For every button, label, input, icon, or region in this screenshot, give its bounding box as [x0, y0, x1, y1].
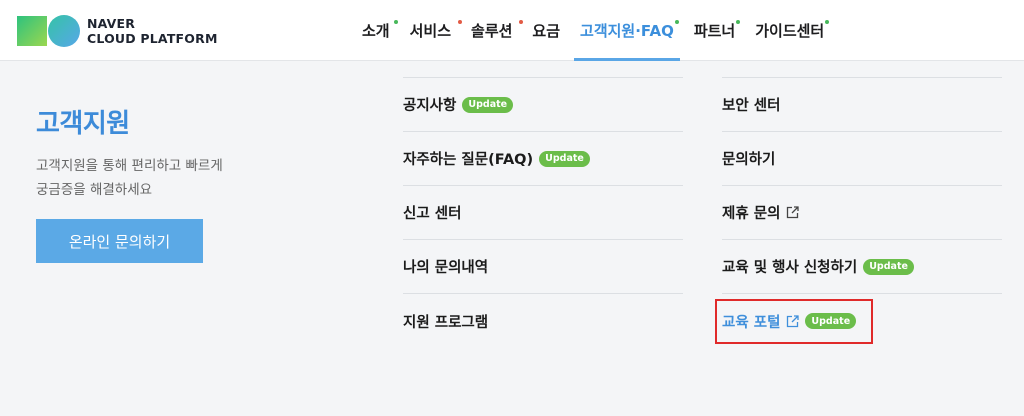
link-label: 지원 프로그램	[403, 314, 489, 331]
page-title: 고객지원	[36, 109, 130, 139]
naver-cloud-logo[interactable]: NAVER CLOUD PLATFORM	[17, 14, 227, 48]
external-link-icon	[787, 206, 800, 219]
nav-dot-icon	[394, 20, 398, 24]
nav-item-partners[interactable]: 파트너	[684, 0, 745, 61]
nav-label: 소개	[362, 22, 390, 40]
description-line-2: 궁금증을 해결하세요	[36, 182, 153, 198]
link-security-center[interactable]: 보안 센터	[722, 78, 1002, 132]
nav-label: 요금	[532, 22, 561, 40]
logo-line-2: CLOUD PLATFORM	[87, 31, 218, 46]
support-intro: 고객지원 고객지원을 통해 편리하고 빠르게 궁금증을 해결하세요	[36, 103, 336, 202]
nav-label: 고객지원·FAQ	[580, 22, 674, 40]
external-link-icon	[787, 314, 800, 327]
logo-line-1: NAVER	[87, 16, 136, 31]
link-label: 자주하는 질문(FAQ)	[403, 152, 534, 168]
link-label: 보안 센터	[722, 98, 781, 114]
page-description: 고객지원을 통해 편리하고 빠르게 궁금증을 해결하세요	[36, 154, 336, 202]
update-badge: Update	[863, 258, 914, 275]
logo-mark-icon	[17, 14, 81, 48]
link-support-program[interactable]: 지원 프로그램	[403, 294, 683, 348]
link-label: 신고 센터	[403, 206, 462, 222]
main-nav: 소개 서비스 솔루션 요금 고객지원·FAQ 파트너 가이드센터	[352, 0, 834, 61]
nav-dot-icon	[825, 20, 830, 24]
link-contact[interactable]: 문의하기	[722, 132, 1002, 186]
support-links-column-2: 보안 센터 문의하기 제휴 문의 교육 및 행사 신청하기 Update 교육 포…	[722, 77, 1002, 348]
nav-dot-icon	[674, 20, 679, 24]
link-label: 문의하기	[722, 152, 776, 168]
support-links-column-1: 공지사항 Update 자주하는 질문(FAQ) Update 신고 센터 나의 문…	[403, 77, 683, 348]
online-inquiry-button[interactable]: 온라인 문의하기	[36, 219, 203, 263]
nav-item-services[interactable]: 서비스	[400, 0, 462, 61]
nav-item-guide-center[interactable]: 가이드센터	[745, 0, 834, 61]
nav-label: 가이드센터	[755, 22, 825, 40]
link-my-inquiries[interactable]: 나의 문의내역	[403, 240, 683, 294]
nav-dot-icon	[736, 20, 741, 24]
link-faq[interactable]: 자주하는 질문(FAQ) Update	[403, 132, 683, 186]
link-label: 나의 문의내역	[403, 260, 489, 276]
link-partnership-inquiry[interactable]: 제휴 문의	[722, 186, 1002, 240]
link-education-portal[interactable]: 교육 포털 Update	[722, 294, 1002, 348]
link-notices[interactable]: 공지사항 Update	[403, 78, 683, 132]
update-badge: Update	[805, 313, 857, 329]
nav-label: 솔루션	[471, 22, 513, 40]
link-label: 교육 및 행사 신청하기	[722, 260, 858, 276]
top-header: NAVER CLOUD PLATFORM 소개 서비스 솔루션 요금 고객지원·…	[0, 0, 1024, 61]
link-label: 공지사항	[403, 98, 457, 114]
logo-circle-shape	[48, 15, 80, 47]
nav-item-intro[interactable]: 소개	[352, 0, 400, 61]
description-line-1: 고객지원을 통해 편리하고 빠르게	[36, 158, 223, 174]
link-report-center[interactable]: 신고 센터	[403, 186, 683, 240]
link-label: 교육 포털	[722, 314, 781, 331]
nav-label: 서비스	[409, 22, 452, 40]
nav-item-pricing[interactable]: 요금	[522, 0, 570, 61]
nav-item-solutions[interactable]: 솔루션	[461, 0, 524, 61]
logo-text: NAVER CLOUD PLATFORM	[87, 16, 218, 46]
nav-label: 파트너	[693, 22, 736, 40]
nav-item-support-faq[interactable]: 고객지원·FAQ	[570, 0, 684, 61]
logo-square-shape	[17, 16, 47, 46]
update-badge: Update	[462, 96, 514, 113]
link-label: 제휴 문의	[722, 206, 781, 222]
link-education-event-registration[interactable]: 교육 및 행사 신청하기 Update	[722, 240, 1002, 294]
update-badge: Update	[539, 150, 590, 167]
